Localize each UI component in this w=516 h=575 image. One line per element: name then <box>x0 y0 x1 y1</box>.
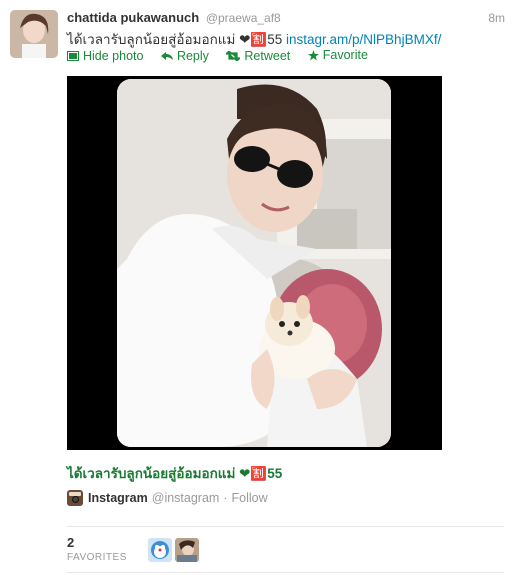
retweet-button[interactable]: Retweet <box>226 49 290 63</box>
divider <box>67 526 504 527</box>
star-icon <box>307 49 319 60</box>
favoriter-avatar[interactable] <box>148 538 172 562</box>
instagram-icon <box>67 490 83 506</box>
caption-suffix: 55 <box>267 466 283 481</box>
caption-text: ได้เวลารับลูกน้อยสู่อ้อมอกแม่ ❤ <box>67 466 251 481</box>
tweet-actions: Hide photo Reply Retweet Favorite <box>67 48 382 64</box>
source-handle[interactable]: @instagram <box>152 491 220 505</box>
favorites-stat[interactable]: 2 FAVORITES <box>67 535 127 563</box>
follow-link[interactable]: Follow <box>232 491 268 505</box>
media-caption: ได้เวลารับลูกน้อยสู่อ้อมอกแม่ ❤🈹55 <box>67 462 282 484</box>
favoriter-avatar[interactable] <box>175 538 199 562</box>
caption-emoji-box: 🈹 <box>250 466 268 481</box>
favorites-label: FAVORITES <box>67 552 127 563</box>
tweet-photo[interactable] <box>117 79 391 447</box>
photo-icon <box>67 50 79 61</box>
timestamp[interactable]: 8m <box>488 11 505 25</box>
source-name[interactable]: Instagram <box>88 491 148 505</box>
reply-icon <box>160 51 173 60</box>
favorite-label: Favorite <box>322 48 368 62</box>
retweet-label: Retweet <box>244 48 291 63</box>
retweet-icon <box>226 50 241 61</box>
favorite-button[interactable]: Favorite <box>307 48 368 62</box>
separator: · <box>223 491 228 505</box>
emoji-box: 🈹 <box>250 32 268 47</box>
tweet-link[interactable]: instagr.am/p/NlPBhjBMXf/ <box>286 32 441 47</box>
tweet-body: ได้เวลารับลูกน้อยสู่อ้อมอกแม่ ❤ <box>67 32 251 47</box>
hide-photo-label: Hide photo <box>83 48 144 63</box>
author-avatar[interactable] <box>10 10 58 58</box>
author-name[interactable]: chattida pukawanuch <box>67 10 199 25</box>
author-handle[interactable]: @praewa_af8 <box>206 11 281 25</box>
reply-button[interactable]: Reply <box>160 48 209 63</box>
reply-label: Reply <box>176 48 209 63</box>
hide-photo-button[interactable]: Hide photo <box>67 49 143 63</box>
media-attribution: Instagram @instagram · Follow <box>67 490 268 506</box>
favorites-count: 2 <box>67 535 75 550</box>
tweet-suffix: 55 <box>267 32 287 47</box>
media-frame[interactable] <box>67 76 442 450</box>
favoriters-avatars <box>148 538 199 562</box>
tweet-text: ได้เวลารับลูกน้อยสู่อ้อมอกแม่ ❤🈹55 insta… <box>67 28 441 50</box>
divider <box>67 572 504 573</box>
